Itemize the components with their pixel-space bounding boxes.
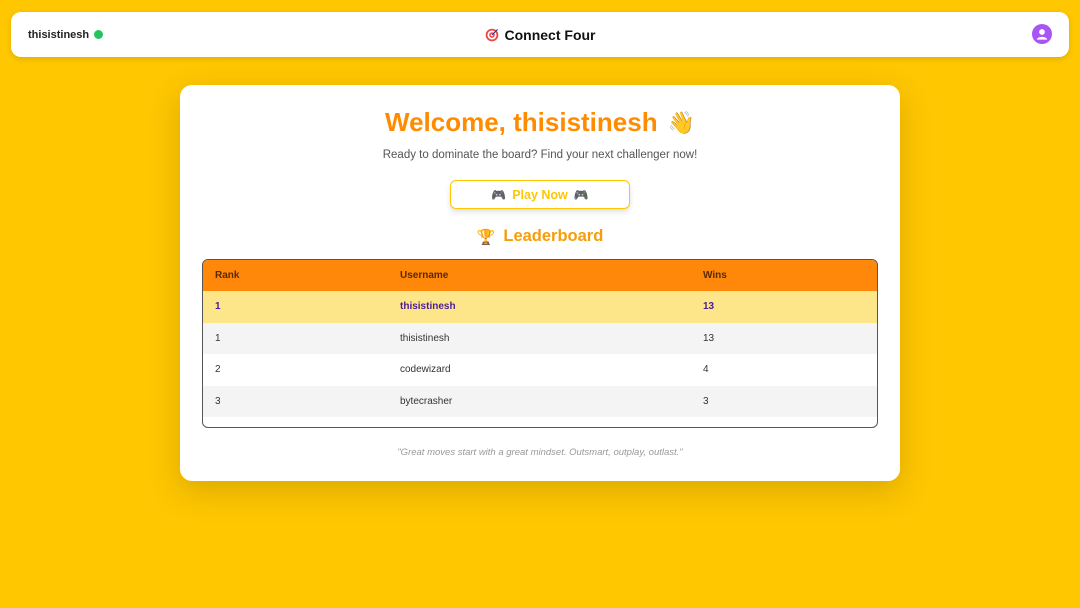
column-header-rank: Rank	[215, 270, 240, 281]
welcome-heading: Welcome, thisistinesh 👋	[180, 107, 900, 138]
trophy-icon: 🏆	[476, 228, 496, 246]
gamepad-icon: 🎮	[573, 187, 589, 202]
play-now-label: Play Now	[512, 187, 568, 202]
leaderboard-title: 🏆 Leaderboard	[180, 227, 900, 246]
user-avatar-button[interactable]	[1032, 24, 1052, 44]
user-avatar-icon	[1036, 29, 1048, 40]
motivational-quote: "Great moves start with a great mindset.…	[397, 447, 683, 458]
cell-username: codewizard	[400, 364, 451, 376]
cell-wins: 13	[703, 301, 715, 313]
column-header-wins: Wins	[703, 270, 727, 281]
welcome-subtitle: Ready to dominate the board? Find your n…	[382, 149, 698, 161]
app-title-text: Connect Four	[504, 26, 596, 43]
play-now-button[interactable]: 🎮 Play Now 🎮	[450, 180, 630, 209]
cell-rank: 1	[215, 301, 221, 313]
cell-username: thisistinesh	[400, 301, 456, 313]
cell-username: thisistinesh	[400, 332, 450, 344]
welcome-card: Welcome, thisistinesh 👋 Ready to dominat…	[180, 85, 900, 481]
cell-wins: 4	[703, 364, 709, 376]
table-row: 1 thisistinesh 13	[203, 322, 877, 354]
target-icon	[485, 28, 498, 41]
table-header-row: Rank Username Wins	[203, 260, 877, 291]
current-user-row: 1 thisistinesh 13	[203, 291, 877, 323]
leaderboard-title-text: Leaderboard	[503, 227, 604, 245]
waving-hand-icon: 👋	[667, 109, 695, 135]
cell-rank: 2	[215, 364, 221, 376]
welcome-heading-text: Welcome, thisistinesh	[385, 107, 658, 137]
app-title: Connect Four	[11, 12, 1069, 57]
column-header-username: Username	[400, 270, 449, 281]
leaderboard-table: Rank Username Wins 1 thisistinesh 13 1 t…	[202, 259, 878, 428]
cell-rank: 3	[215, 395, 221, 407]
cell-username: bytecrasher	[400, 395, 453, 407]
cell-rank: 1	[215, 332, 221, 344]
top-navbar: thisistinesh Connect Four	[11, 12, 1069, 57]
gamepad-icon: 🎮	[491, 187, 507, 202]
cell-wins: 3	[703, 395, 709, 407]
table-row: 3 bytecrasher 3	[203, 385, 877, 417]
table-row: 2 codewizard 4	[203, 354, 877, 386]
cell-wins: 13	[703, 332, 715, 344]
